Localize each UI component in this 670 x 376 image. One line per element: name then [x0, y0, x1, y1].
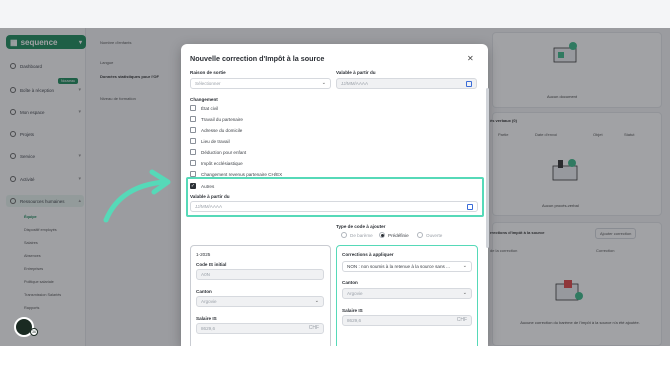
salaire-field: 8629,6 CHF — [196, 323, 324, 334]
currency-label: CHF — [308, 325, 319, 331]
option-label: Lieu de travail — [201, 138, 230, 144]
checkbox[interactable] — [190, 105, 196, 111]
option-label: Adresse du domicile — [201, 127, 243, 133]
salaire-label: Salaire IS — [196, 316, 217, 321]
checkbox[interactable] — [190, 149, 196, 155]
option-label: Impôt ecclésiastique — [201, 160, 243, 166]
checkbox[interactable] — [190, 127, 196, 133]
corrections-value: NON : non soumis à la retenue à la sourc… — [347, 264, 450, 269]
option-travail-partenaire[interactable]: Travail du partenaire — [190, 115, 243, 123]
option-label: Changement revenus partenaire CH/EX — [201, 171, 283, 177]
date-placeholder: JJ/MM/AAAA — [341, 81, 369, 86]
calendar-icon[interactable] — [466, 81, 472, 87]
radio-selected[interactable] — [379, 232, 385, 238]
chevron-down-icon: ⌄ — [462, 263, 467, 269]
code-is-label: Code IS initial — [196, 262, 227, 267]
salaire-value: 8629,6 — [347, 318, 362, 323]
checkbox[interactable] — [190, 138, 196, 144]
corrections-label: Corrections à appliquer — [342, 252, 394, 257]
option-deduction-enfant[interactable]: Déduction pour enfant — [190, 148, 246, 156]
option-label: Travail du partenaire — [201, 116, 243, 122]
valide-date-field[interactable]: JJ/MM/AAAA — [336, 78, 477, 89]
modal-title: Nouvelle correction d'Impôt à la source — [190, 54, 325, 63]
salaire-value: 8629,6 — [201, 326, 216, 331]
radio-ouverte[interactable]: Ouverte — [417, 232, 442, 238]
corrections-select[interactable]: NON : non soumis à la retenue à la sourc… — [342, 261, 472, 272]
option-label: Déduction pour enfant — [201, 149, 247, 155]
canton-label: Canton — [196, 289, 212, 294]
checkbox[interactable] — [190, 116, 196, 122]
type-code-label: Type de code à ajouter — [336, 224, 386, 229]
tutorial-arrow-icon — [103, 169, 171, 223]
modal-scrollbar[interactable] — [486, 88, 489, 248]
raison-placeholder: Sélectionner — [195, 81, 221, 86]
code-is-value: A0N — [201, 272, 210, 277]
option-label: État civil — [201, 105, 219, 111]
option-impot-ecclesiastique[interactable]: Impôt ecclésiastique — [190, 159, 243, 167]
currency-label: CHF — [456, 317, 467, 323]
canton-value: Argovie — [347, 291, 363, 296]
radio[interactable] — [417, 232, 423, 238]
period-label: 1-2025 — [196, 252, 211, 257]
canton-value: Argovie — [201, 299, 217, 304]
radio-label: De barème — [350, 232, 373, 238]
code-is-field: A0N — [196, 269, 324, 280]
checkbox[interactable] — [190, 160, 196, 166]
chevron-down-icon: ⌄ — [462, 290, 467, 296]
close-icon[interactable]: ✕ — [467, 54, 474, 63]
raison-label: Raison de sortie — [190, 70, 226, 75]
raison-select[interactable]: Sélectionner ⌄ — [190, 78, 331, 89]
valide-label: Valable à partir du — [336, 70, 376, 75]
option-etat-civil[interactable]: État civil — [190, 104, 218, 112]
changement-label: Changement — [190, 97, 218, 102]
option-lieu-travail[interactable]: Lieu de travail — [190, 137, 230, 145]
canton-label: Canton — [342, 280, 358, 285]
option-adresse[interactable]: Adresse du domicile — [190, 126, 242, 134]
bottom-margin — [0, 346, 670, 376]
radio-label: Ouverte — [426, 232, 443, 238]
salaire-field: 8629,6 CHF — [342, 315, 472, 326]
canton-select: Argovie ⌄ — [196, 296, 324, 307]
salaire-label: Salaire IS — [342, 308, 363, 313]
help-count-badge: 36 — [30, 328, 38, 336]
radio-label: Prédéfinie — [388, 232, 409, 238]
chevron-down-icon: ⌄ — [321, 80, 326, 86]
radio[interactable] — [341, 232, 347, 238]
canton-select: Argovie ⌄ — [342, 288, 472, 299]
chevron-down-icon: ⌄ — [314, 298, 319, 304]
tutorial-highlight-box — [186, 177, 484, 217]
radio-de-bareme[interactable]: De barème — [341, 232, 373, 238]
radio-predefinie[interactable]: Prédéfinie — [379, 232, 409, 238]
